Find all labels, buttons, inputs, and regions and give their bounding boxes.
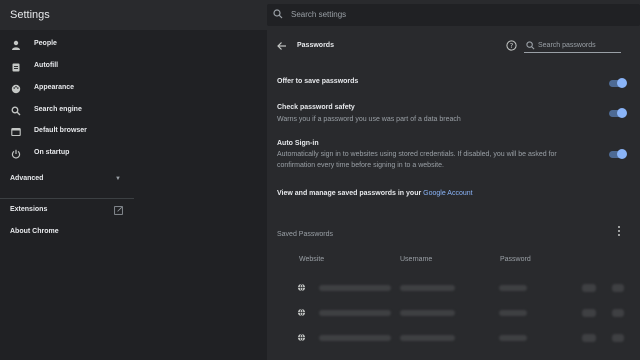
manage-passwords-text: View and manage saved passwords in your	[277, 190, 424, 197]
blurred-website	[319, 310, 391, 316]
page-title: Passwords	[297, 42, 334, 49]
blurred-website	[319, 285, 391, 291]
sidebar-item-label: Search engine	[34, 106, 82, 113]
globe-icon	[297, 308, 306, 317]
password-row[interactable]	[297, 282, 627, 294]
search-passwords-input[interactable]: Search passwords	[524, 39, 621, 53]
sidebar-item-advanced[interactable]: Advanced ▼	[0, 170, 134, 190]
manage-passwords-row: View and manage saved passwords in your …	[277, 190, 473, 197]
blurred-action	[612, 309, 624, 317]
auto-signin-label: Auto Sign-in	[277, 140, 319, 147]
blurred-action	[582, 309, 596, 317]
check-safety-sublabel: Warns you if a password you use was part…	[277, 116, 461, 123]
palette-icon	[11, 84, 21, 94]
blurred-website	[319, 335, 391, 341]
globe-icon	[297, 333, 306, 342]
sidebar-item-label: Appearance	[34, 84, 75, 91]
search-placeholder: Search settings	[291, 10, 347, 19]
top-bar: Settings Search settings	[0, 0, 640, 30]
sidebar-item-extensions[interactable]: Extensions	[0, 201, 134, 221]
offer-save-toggle[interactable]	[609, 78, 627, 88]
power-icon	[11, 149, 21, 159]
blurred-action	[582, 284, 596, 292]
toggle-knob	[617, 78, 627, 88]
sidebar-divider	[0, 198, 134, 199]
blurred-action	[612, 284, 624, 292]
help-icon[interactable]: ?	[506, 40, 517, 51]
offer-save-label: Offer to save passwords	[277, 78, 359, 85]
column-header-username: Username	[400, 256, 433, 263]
auto-signin-sublabel-line2: confirmation every time before signing i…	[277, 162, 444, 169]
column-header-password: Password	[500, 256, 531, 263]
blurred-action	[612, 334, 624, 342]
blurred-username	[400, 310, 455, 316]
sidebar: People Autofill Appearance Search engine…	[0, 30, 134, 360]
column-header-website: Website	[299, 256, 325, 263]
sidebar-item-about-chrome[interactable]: About Chrome	[0, 223, 134, 243]
back-arrow-icon[interactable]	[277, 41, 287, 51]
sidebar-item-appearance[interactable]: Appearance	[0, 79, 134, 99]
auto-signin-toggle[interactable]	[609, 149, 627, 159]
check-safety-toggle[interactable]	[609, 108, 627, 118]
browser-icon	[11, 127, 21, 137]
password-row[interactable]	[297, 307, 627, 319]
saved-passwords-title: Saved Passwords	[277, 231, 334, 238]
sidebar-item-default-browser[interactable]: Default browser	[0, 122, 134, 142]
passwords-card: Passwords ? Search passwords Offer to sa…	[267, 30, 640, 360]
open-in-new-icon	[114, 206, 123, 215]
globe-icon	[297, 283, 306, 292]
app-title: Settings	[10, 9, 50, 21]
blurred-password	[499, 335, 527, 341]
search-icon	[11, 106, 21, 116]
extensions-label: Extensions	[10, 206, 48, 213]
toggle-knob	[617, 108, 627, 118]
sidebar-item-search-engine[interactable]: Search engine	[0, 101, 134, 121]
blurred-username	[400, 335, 455, 341]
person-icon	[12, 40, 20, 50]
sidebar-item-label: On startup	[34, 149, 70, 156]
search-icon	[526, 41, 535, 50]
sidebar-item-label: Autofill	[34, 62, 59, 69]
search-passwords-placeholder: Search passwords	[538, 42, 596, 49]
google-account-link[interactable]: Google Account	[423, 190, 472, 197]
search-settings-input[interactable]: Search settings	[267, 4, 640, 26]
password-row[interactable]	[297, 332, 627, 344]
sidebar-item-people[interactable]: People	[0, 35, 134, 55]
sidebar-item-label: Default browser	[34, 127, 87, 134]
about-label: About Chrome	[10, 228, 59, 235]
sidebar-item-label: People	[34, 40, 57, 47]
search-icon	[273, 9, 283, 19]
clipboard-icon	[12, 63, 20, 72]
more-vert-icon[interactable]	[616, 225, 622, 237]
check-safety-label: Check password safety	[277, 104, 355, 111]
blurred-username	[400, 285, 455, 291]
advanced-label: Advanced	[10, 175, 44, 182]
auto-signin-sublabel-line1: Automatically sign in to websites using …	[277, 151, 557, 158]
svg-text:?: ?	[510, 42, 514, 50]
blurred-action	[582, 334, 596, 342]
chevron-down-icon: ▼	[115, 176, 121, 182]
toggle-knob	[617, 149, 627, 159]
blurred-password	[499, 285, 527, 291]
blurred-password	[499, 310, 527, 316]
sidebar-item-on-startup[interactable]: On startup	[0, 144, 134, 164]
sidebar-item-autofill[interactable]: Autofill	[0, 57, 134, 77]
